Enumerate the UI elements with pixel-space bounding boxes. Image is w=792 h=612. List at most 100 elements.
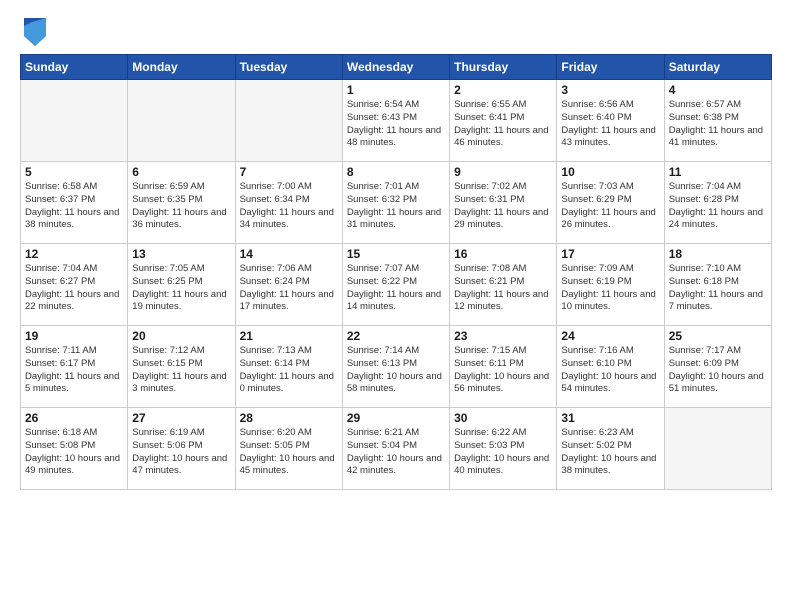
day-info: Sunrise: 6:23 AM Sunset: 5:02 PM Dayligh… <box>561 427 659 478</box>
day-info: Sunrise: 7:08 AM Sunset: 6:21 PM Dayligh… <box>454 263 552 314</box>
calendar-cell: 3 Sunrise: 6:56 AM Sunset: 6:40 PM Daylig… <box>557 80 664 162</box>
day-number: 21 <box>240 329 338 343</box>
week-row-5: 26 Sunrise: 6:18 AM Sunset: 5:08 PM Dayli… <box>21 408 772 490</box>
day-number: 18 <box>669 247 767 261</box>
day-number: 12 <box>25 247 123 261</box>
day-info: Sunrise: 6:20 AM Sunset: 5:05 PM Dayligh… <box>240 427 338 478</box>
calendar-cell <box>21 80 128 162</box>
day-number: 10 <box>561 165 659 179</box>
calendar-cell: 6 Sunrise: 6:59 AM Sunset: 6:35 PM Daylig… <box>128 162 235 244</box>
day-info: Sunrise: 7:06 AM Sunset: 6:24 PM Dayligh… <box>240 263 338 314</box>
day-info: Sunrise: 7:16 AM Sunset: 6:10 PM Dayligh… <box>561 345 659 396</box>
day-number: 4 <box>669 83 767 97</box>
day-info: Sunrise: 7:02 AM Sunset: 6:31 PM Dayligh… <box>454 181 552 232</box>
day-number: 6 <box>132 165 230 179</box>
day-number: 8 <box>347 165 445 179</box>
weekday-header-thursday: Thursday <box>450 55 557 80</box>
calendar-cell: 26 Sunrise: 6:18 AM Sunset: 5:08 PM Dayli… <box>21 408 128 490</box>
calendar-cell: 17 Sunrise: 7:09 AM Sunset: 6:19 PM Dayli… <box>557 244 664 326</box>
calendar-cell: 15 Sunrise: 7:07 AM Sunset: 6:22 PM Dayli… <box>342 244 449 326</box>
calendar-cell: 22Sunrise: 7:14 AM Sunset: 6:13 PM Dayli… <box>342 326 449 408</box>
calendar-cell <box>664 408 771 490</box>
calendar-cell <box>235 80 342 162</box>
calendar-cell: 9 Sunrise: 7:02 AM Sunset: 6:31 PM Daylig… <box>450 162 557 244</box>
day-info: Sunrise: 7:12 AM Sunset: 6:15 PM Dayligh… <box>132 345 230 396</box>
calendar-cell: 30 Sunrise: 6:22 AM Sunset: 5:03 PM Dayli… <box>450 408 557 490</box>
day-number: 31 <box>561 411 659 425</box>
calendar-cell: 25Sunrise: 7:17 AM Sunset: 6:09 PM Dayli… <box>664 326 771 408</box>
calendar-cell: 18Sunrise: 7:10 AM Sunset: 6:18 PM Dayli… <box>664 244 771 326</box>
day-number: 26 <box>25 411 123 425</box>
calendar-cell: 28 Sunrise: 6:20 AM Sunset: 5:05 PM Dayli… <box>235 408 342 490</box>
day-number: 7 <box>240 165 338 179</box>
calendar-cell: 14 Sunrise: 7:06 AM Sunset: 6:24 PM Dayli… <box>235 244 342 326</box>
day-info: Sunrise: 7:00 AM Sunset: 6:34 PM Dayligh… <box>240 181 338 232</box>
calendar-cell: 29 Sunrise: 6:21 AM Sunset: 5:04 PM Dayli… <box>342 408 449 490</box>
calendar-cell: 10 Sunrise: 7:03 AM Sunset: 6:29 PM Dayli… <box>557 162 664 244</box>
day-number: 1 <box>347 83 445 97</box>
day-info: Sunrise: 7:03 AM Sunset: 6:29 PM Dayligh… <box>561 181 659 232</box>
calendar-cell: 1 Sunrise: 6:54 AM Sunset: 6:43 PM Daylig… <box>342 80 449 162</box>
day-info: Sunrise: 6:19 AM Sunset: 5:06 PM Dayligh… <box>132 427 230 478</box>
weekday-header-tuesday: Tuesday <box>235 55 342 80</box>
calendar-cell: 24 Sunrise: 7:16 AM Sunset: 6:10 PM Dayli… <box>557 326 664 408</box>
calendar-cell: 13 Sunrise: 7:05 AM Sunset: 6:25 PM Dayli… <box>128 244 235 326</box>
day-number: 15 <box>347 247 445 261</box>
day-number: 14 <box>240 247 338 261</box>
calendar-cell: 23Sunrise: 7:15 AM Sunset: 6:11 PM Dayli… <box>450 326 557 408</box>
calendar-cell: 27 Sunrise: 6:19 AM Sunset: 5:06 PM Dayli… <box>128 408 235 490</box>
day-number: 19 <box>25 329 123 343</box>
day-number: 28 <box>240 411 338 425</box>
day-info: Sunrise: 6:59 AM Sunset: 6:35 PM Dayligh… <box>132 181 230 232</box>
logo <box>20 18 46 46</box>
logo-icon <box>24 18 46 46</box>
day-info: Sunrise: 7:09 AM Sunset: 6:19 PM Dayligh… <box>561 263 659 314</box>
day-info: Sunrise: 7:17 AM Sunset: 6:09 PM Dayligh… <box>669 345 767 396</box>
day-info: Sunrise: 7:07 AM Sunset: 6:22 PM Dayligh… <box>347 263 445 314</box>
page: SundayMondayTuesdayWednesdayThursdayFrid… <box>0 0 792 612</box>
day-number: 17 <box>561 247 659 261</box>
calendar-cell: 19Sunrise: 7:11 AM Sunset: 6:17 PM Dayli… <box>21 326 128 408</box>
day-number: 3 <box>561 83 659 97</box>
day-info: Sunrise: 6:56 AM Sunset: 6:40 PM Dayligh… <box>561 99 659 150</box>
calendar-cell: 16Sunrise: 7:08 AM Sunset: 6:21 PM Dayli… <box>450 244 557 326</box>
day-info: Sunrise: 6:57 AM Sunset: 6:38 PM Dayligh… <box>669 99 767 150</box>
day-info: Sunrise: 6:55 AM Sunset: 6:41 PM Dayligh… <box>454 99 552 150</box>
calendar-cell: 4 Sunrise: 6:57 AM Sunset: 6:38 PM Daylig… <box>664 80 771 162</box>
calendar-cell: 21 Sunrise: 7:13 AM Sunset: 6:14 PM Dayli… <box>235 326 342 408</box>
weekday-header-saturday: Saturday <box>664 55 771 80</box>
day-info: Sunrise: 6:58 AM Sunset: 6:37 PM Dayligh… <box>25 181 123 232</box>
weekday-header-friday: Friday <box>557 55 664 80</box>
day-info: Sunrise: 6:18 AM Sunset: 5:08 PM Dayligh… <box>25 427 123 478</box>
calendar: SundayMondayTuesdayWednesdayThursdayFrid… <box>20 54 772 490</box>
day-info: Sunrise: 6:22 AM Sunset: 5:03 PM Dayligh… <box>454 427 552 478</box>
weekday-header-wednesday: Wednesday <box>342 55 449 80</box>
calendar-cell: 2 Sunrise: 6:55 AM Sunset: 6:41 PM Daylig… <box>450 80 557 162</box>
week-row-2: 5 Sunrise: 6:58 AM Sunset: 6:37 PM Daylig… <box>21 162 772 244</box>
calendar-cell: 7 Sunrise: 7:00 AM Sunset: 6:34 PM Daylig… <box>235 162 342 244</box>
weekday-header-row: SundayMondayTuesdayWednesdayThursdayFrid… <box>21 55 772 80</box>
day-info: Sunrise: 7:01 AM Sunset: 6:32 PM Dayligh… <box>347 181 445 232</box>
calendar-cell: 20 Sunrise: 7:12 AM Sunset: 6:15 PM Dayli… <box>128 326 235 408</box>
day-number: 29 <box>347 411 445 425</box>
day-info: Sunrise: 7:05 AM Sunset: 6:25 PM Dayligh… <box>132 263 230 314</box>
week-row-1: 1 Sunrise: 6:54 AM Sunset: 6:43 PM Daylig… <box>21 80 772 162</box>
day-info: Sunrise: 7:13 AM Sunset: 6:14 PM Dayligh… <box>240 345 338 396</box>
day-info: Sunrise: 6:21 AM Sunset: 5:04 PM Dayligh… <box>347 427 445 478</box>
day-number: 30 <box>454 411 552 425</box>
day-info: Sunrise: 7:15 AM Sunset: 6:11 PM Dayligh… <box>454 345 552 396</box>
header <box>20 18 772 46</box>
day-number: 20 <box>132 329 230 343</box>
day-number: 2 <box>454 83 552 97</box>
day-info: Sunrise: 7:14 AM Sunset: 6:13 PM Dayligh… <box>347 345 445 396</box>
day-number: 5 <box>25 165 123 179</box>
day-number: 9 <box>454 165 552 179</box>
day-info: Sunrise: 7:04 AM Sunset: 6:28 PM Dayligh… <box>669 181 767 232</box>
day-number: 24 <box>561 329 659 343</box>
weekday-header-monday: Monday <box>128 55 235 80</box>
day-info: Sunrise: 6:54 AM Sunset: 6:43 PM Dayligh… <box>347 99 445 150</box>
calendar-cell: 31 Sunrise: 6:23 AM Sunset: 5:02 PM Dayli… <box>557 408 664 490</box>
day-number: 13 <box>132 247 230 261</box>
day-number: 11 <box>669 165 767 179</box>
day-number: 27 <box>132 411 230 425</box>
